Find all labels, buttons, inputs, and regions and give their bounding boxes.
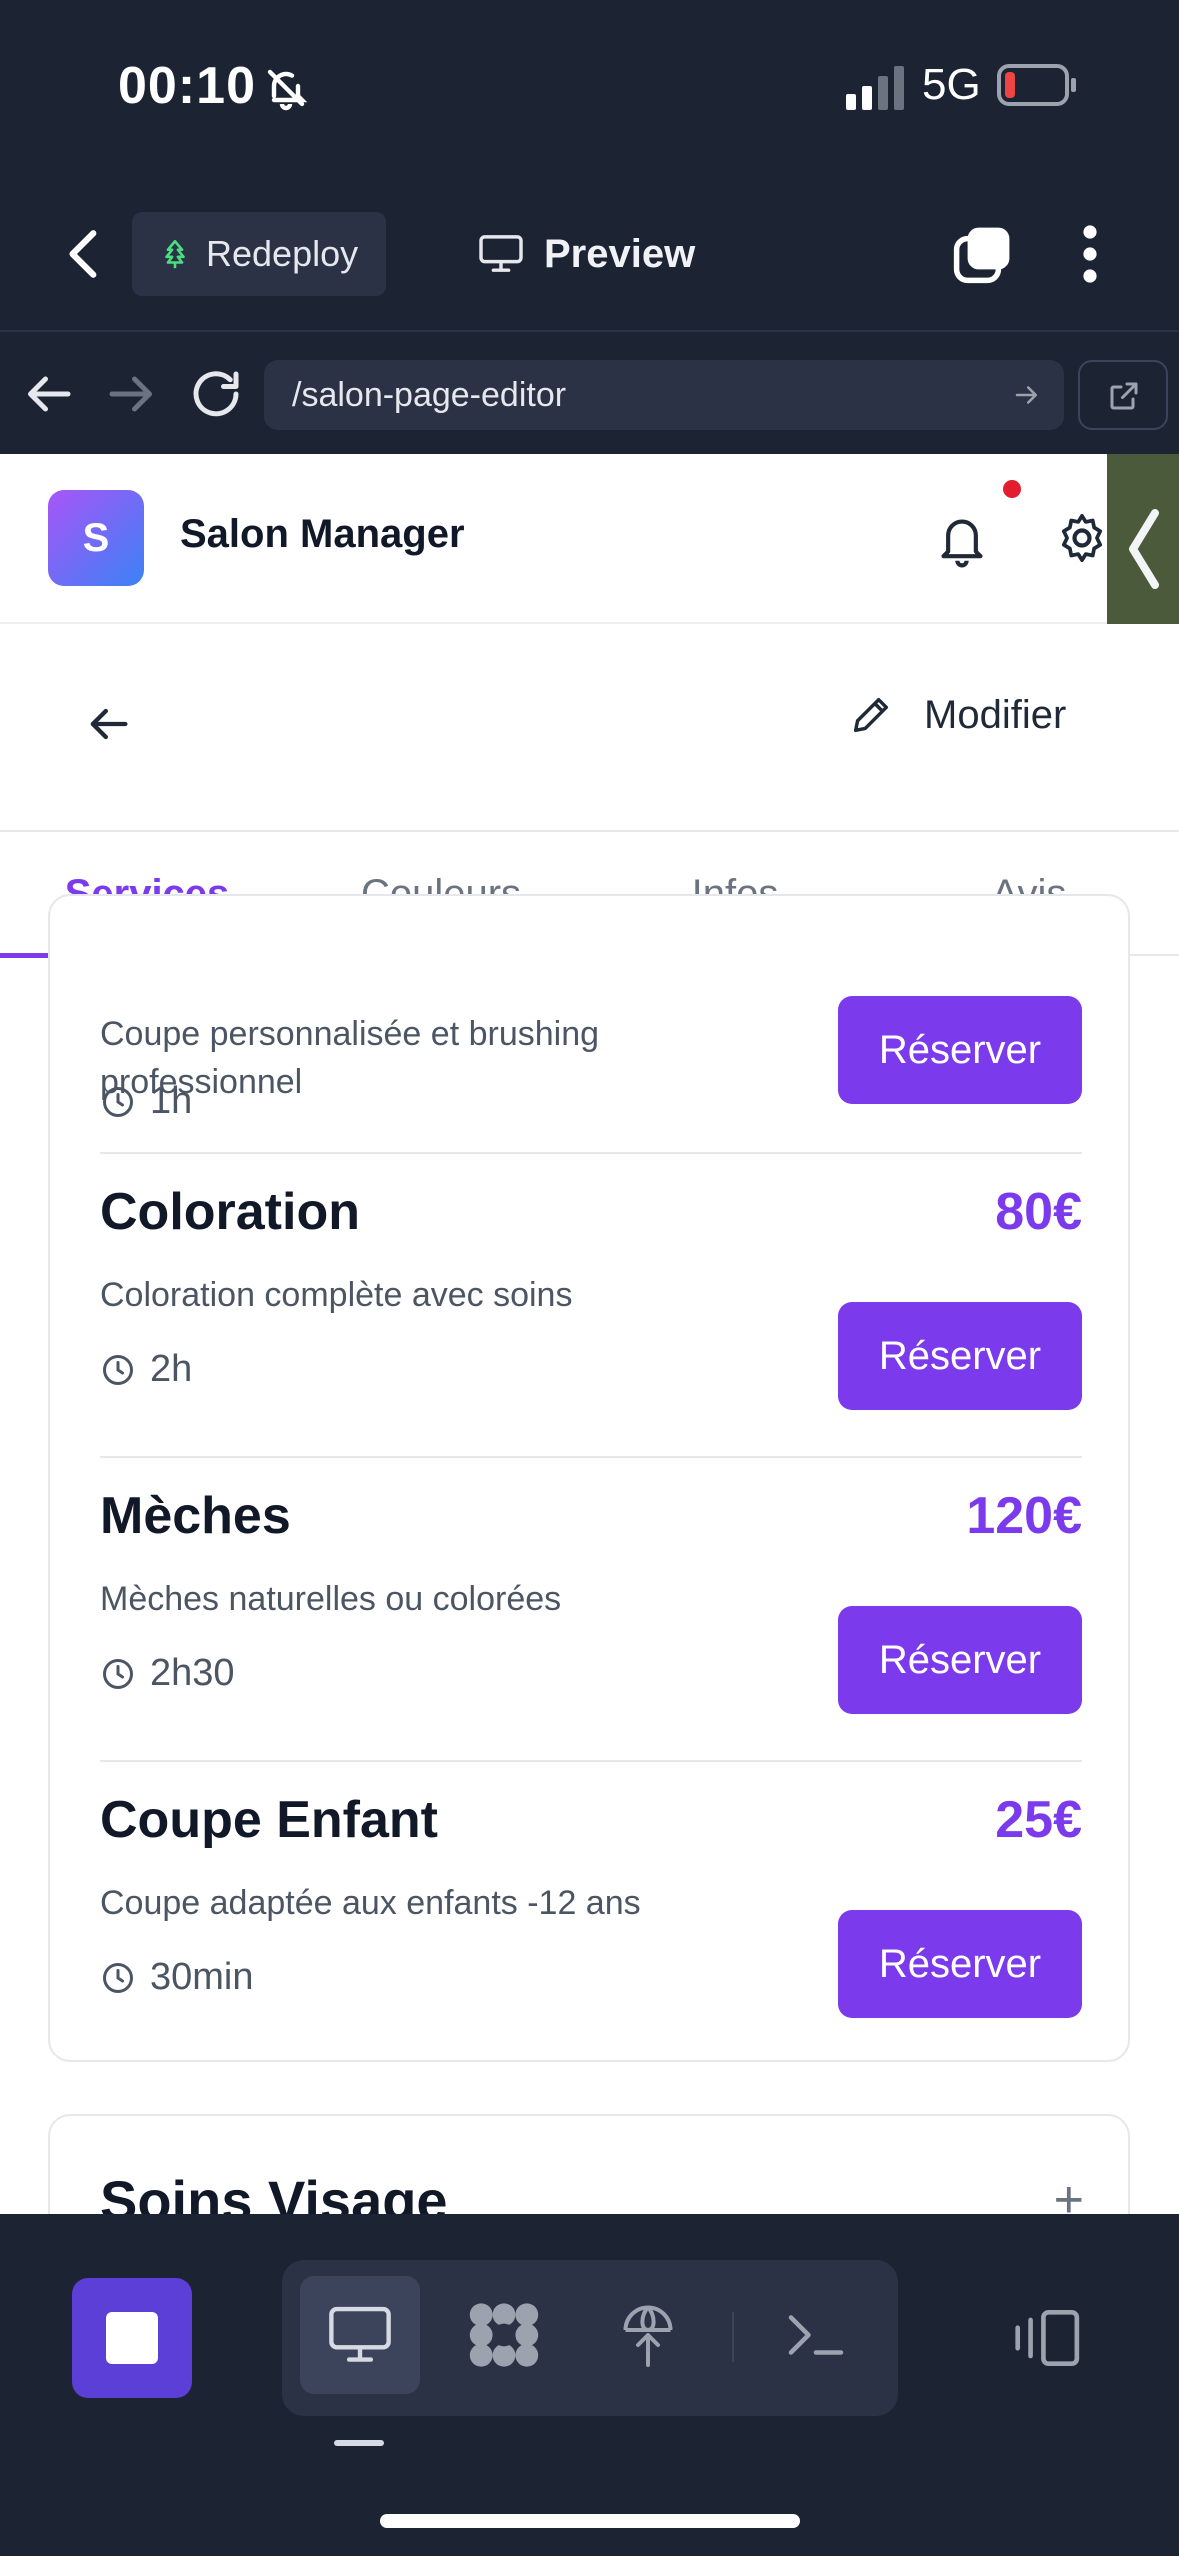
expand-plus-icon[interactable]: + (1054, 2170, 1084, 2214)
service-price: 120€ (966, 1487, 1082, 1545)
duration-text: 1h (150, 1080, 193, 1122)
shell-tool-button[interactable] (756, 2276, 876, 2394)
category-card-soins-visage[interactable]: Soins Visage + (48, 2114, 1130, 2214)
stop-button[interactable] (72, 2278, 192, 2398)
services-card: Coupe personnalisée et brushing professi… (48, 894, 1130, 2062)
globe-upload-icon (623, 2305, 673, 2367)
clock-icon (103, 1658, 133, 1689)
reserve-button[interactable]: Réserver (838, 1302, 1082, 1410)
url-bar: /salon-page-editor (0, 330, 1179, 454)
status-time: 00:10 (118, 57, 256, 115)
panels-layout-icon[interactable] (1010, 2306, 1082, 2370)
app-name: Salon Manager (180, 512, 465, 556)
service-description: Mèches naturelles ou colorées (100, 1580, 562, 1618)
service-name: Coloration (100, 1183, 360, 1241)
redeploy-label: Redeploy (206, 233, 359, 274)
back-arrow-icon[interactable] (82, 698, 134, 750)
tabs-switcher-icon[interactable] (950, 221, 1016, 287)
redeploy-button[interactable]: Redeploy (132, 212, 386, 296)
service-name: Mèches (100, 1487, 291, 1545)
open-external-button[interactable] (1078, 360, 1168, 430)
tool-separator (732, 2312, 734, 2362)
editor-subheader: Modifier (0, 624, 1179, 832)
service-duration: 1h (100, 1080, 192, 1123)
service-duration: 2h (100, 1348, 192, 1391)
reserve-button[interactable]: Réserver (838, 996, 1082, 1104)
monitor-icon (479, 235, 523, 272)
url-input[interactable]: /salon-page-editor (264, 360, 1064, 430)
back-chevron-icon[interactable] (60, 225, 110, 283)
reload-icon[interactable] (186, 364, 246, 424)
duration-text: 30min (150, 1956, 254, 1998)
service-name: Coupe Enfant (100, 1791, 438, 1849)
agent-tool-button[interactable] (444, 2276, 564, 2394)
status-bar: 00:10 5G (0, 0, 1179, 175)
clock-icon (103, 1086, 133, 1117)
duration-text: 2h30 (150, 1652, 235, 1694)
service-duration: 30min (100, 1956, 254, 1999)
tool-switcher (282, 2260, 898, 2416)
app-preview-viewport: S Salon Manager Modifier Serv (0, 454, 1179, 2214)
notification-dot (1003, 480, 1021, 498)
replit-toolbar: Redeploy Preview (0, 175, 1179, 330)
stop-square-icon (106, 2312, 158, 2364)
replit-dock (0, 2214, 1179, 2556)
preview-tab[interactable]: Preview (478, 212, 695, 296)
service-item: Coupe personnalisée et brushing professi… (100, 896, 1082, 1154)
cellular-signal-icon (846, 66, 904, 110)
service-price: 80€ (995, 1183, 1082, 1241)
network-type: 5G (922, 60, 981, 109)
service-item: Mèches 120€ Mèches naturelles ou colorée… (100, 1458, 1082, 1762)
nav-back-icon[interactable] (18, 364, 78, 424)
reserve-button[interactable]: Réserver (838, 1606, 1082, 1714)
url-text: /salon-page-editor (292, 375, 567, 414)
settings-gear-icon[interactable] (1054, 510, 1110, 566)
notification-bell-icon[interactable] (934, 510, 990, 570)
webview-tool-button[interactable] (300, 2276, 420, 2394)
service-duration: 2h30 (100, 1652, 235, 1695)
category-title: Soins Visage (100, 2169, 448, 2214)
external-link-icon (1110, 382, 1138, 410)
go-arrow-icon[interactable] (1012, 380, 1042, 410)
pencil-icon (853, 697, 889, 733)
reserve-button[interactable]: Réserver (838, 1910, 1082, 2018)
duration-text: 2h (150, 1348, 193, 1390)
home-indicator[interactable] (380, 2514, 800, 2528)
service-item: Coupe Enfant 25€ Coupe adaptée aux enfan… (100, 1762, 1082, 2062)
deploy-tool-button[interactable] (588, 2276, 708, 2394)
service-price: 25€ (995, 1791, 1082, 1849)
service-item: Coloration 80€ Coloration complète avec … (100, 1154, 1082, 1458)
more-vertical-icon[interactable] (1070, 221, 1110, 287)
clock-icon (103, 1962, 133, 1993)
clock-icon (103, 1354, 133, 1385)
bell-muted-icon (267, 69, 308, 111)
app-header: S Salon Manager (0, 454, 1179, 684)
service-description: Coupe adaptée aux enfants -12 ans (100, 1884, 641, 1922)
monitor-icon (329, 2306, 391, 2362)
service-description: Coloration complète avec soins (100, 1276, 573, 1314)
preview-label: Preview (544, 231, 696, 276)
chevron-left-icon (1129, 509, 1159, 589)
edit-label: Modifier (924, 692, 1067, 737)
active-tool-indicator (334, 2440, 384, 2446)
nav-forward-icon[interactable] (102, 364, 162, 424)
terminal-icon (788, 2315, 844, 2355)
app-logo: S (48, 490, 144, 586)
agent-blob-icon (469, 2303, 539, 2367)
edit-button[interactable]: Modifier (848, 692, 1066, 738)
deploy-tree-icon (165, 239, 185, 269)
battery-low-icon (997, 64, 1076, 106)
